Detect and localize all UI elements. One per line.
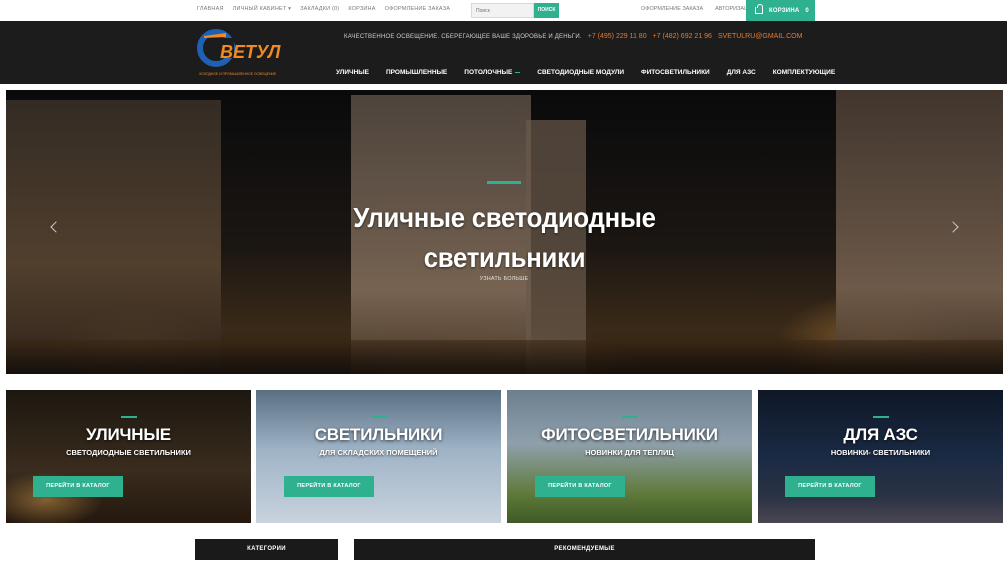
tile-accent-line	[370, 416, 387, 418]
tab-recommended[interactable]: РЕКОМЕНДУЕМЫЕ	[354, 539, 815, 560]
search-input[interactable]	[471, 3, 534, 18]
nav-item-street[interactable]: УЛИЧНЫЕ	[336, 69, 369, 76]
hero-slider: Уличные светодиодные светильники УЗНАТЬ …	[6, 90, 1003, 374]
tile-accent-line	[872, 416, 889, 418]
tile-subtitle: ДЛЯ СКЛАДСКИХ ПОМЕЩЕНИЙ	[319, 448, 438, 457]
email-link[interactable]: SVETULRU@GMAIL.COM	[718, 33, 803, 40]
tile-catalog-button[interactable]: ПЕРЕЙТИ В КАТАЛОГ	[284, 476, 374, 497]
tile-subtitle: НОВИНКИ- СВЕТИЛЬНИКИ	[830, 448, 931, 457]
tagline: КАЧЕСТВЕННОЕ ОСВЕЩЕНИЕ. СБЕРЕГАЮЩЕЕ ВАШЕ…	[344, 33, 582, 40]
logo-subtitle: ХОЛОДНОЕ И ПРОМЫШЛЕННОЕ ОСВЕЩЕНИЕ	[199, 72, 277, 76]
top-link-cart[interactable]: КОРЗИНА	[348, 6, 375, 12]
search-button[interactable]: ПОИСК	[534, 3, 559, 18]
hero-accent-line	[487, 181, 521, 184]
tile-accent-line	[120, 416, 137, 418]
tile-catalog-button[interactable]: ПЕРЕЙТИ В КАТАЛОГ	[785, 476, 875, 497]
tile-title: СВЕТИЛЬНИКИ	[314, 425, 443, 444]
nav-item-industrial[interactable]: ПРОМЫШЛЕННЫЕ	[386, 69, 447, 76]
hero-building-right	[836, 90, 1003, 374]
nav-item-phyto[interactable]: ФИТОСВЕТИЛЬНИКИ	[641, 69, 710, 76]
cart-label: КОРЗИНА	[769, 7, 800, 14]
hero-title: Уличные светодиодные светильники	[353, 202, 656, 273]
category-tile-warehouse[interactable]: СВЕТИЛЬНИКИ ДЛЯ СКЛАДСКИХ ПОМЕЩЕНИЙ ПЕРЕ…	[256, 390, 501, 523]
top-links: ГЛАВНАЯ ЛИЧНЫЙ КАБИНЕТ ▾ ЗАКЛАДКИ (0) КО…	[197, 6, 450, 12]
site-logo[interactable]: ВЕТУЛ ХОЛОДНОЕ И ПРОМЫШЛЕННОЕ ОСВЕЩЕНИЕ	[196, 24, 296, 79]
tile-subtitle: СВЕТОДИОДНЫЕ СВЕТИЛЬНИКИ	[66, 448, 191, 457]
main-nav: УЛИЧНЫЕ ПРОМЫШЛЕННЫЕ ПОТОЛОЧНЫЕ СВЕТОДИО…	[336, 69, 852, 76]
tile-catalog-button[interactable]: ПЕРЕЙТИ В КАТАЛОГ	[33, 476, 123, 497]
nav-item-ceiling-label: ПОТОЛОЧНЫЕ	[464, 69, 513, 76]
phone-tula[interactable]: +7 (482) 692 21 96	[653, 33, 712, 40]
top-link-home[interactable]: ГЛАВНАЯ	[197, 6, 224, 12]
nav-item-led-modules[interactable]: СВЕТОДИОДНЫЕ МОДУЛИ	[537, 69, 624, 76]
dropdown-indicator-icon	[515, 72, 521, 73]
cart-count: 0	[805, 7, 809, 14]
nav-item-gas-stations[interactable]: ДЛЯ АЗС	[727, 69, 756, 76]
category-tile-phyto[interactable]: ФИТОСВЕТИЛЬНИКИ НОВИНКИ ДЛЯ ТЕПЛИЦ ПЕРЕЙ…	[507, 390, 752, 523]
site-header: ВЕТУЛ ХОЛОДНОЕ И ПРОМЫШЛЕННОЕ ОСВЕЩЕНИЕ …	[0, 21, 1007, 84]
top-link-bookmarks[interactable]: ЗАКЛАДКИ (0)	[300, 6, 339, 12]
nav-item-ceiling[interactable]: ПОТОЛОЧНЫЕ	[464, 69, 521, 76]
cart-button[interactable]: КОРЗИНА 0	[746, 0, 815, 21]
category-tile-gas-station[interactable]: ДЛЯ АЗС НОВИНКИ- СВЕТИЛЬНИКИ ПЕРЕЙТИ В К…	[758, 390, 1003, 523]
tile-accent-line	[621, 416, 638, 418]
hero-learn-more-link[interactable]: УЗНАТЬ БОЛЬШЕ	[454, 276, 554, 282]
top-link-account[interactable]: ЛИЧНЫЙ КАБИНЕТ ▾	[233, 6, 291, 12]
tile-catalog-button[interactable]: ПЕРЕЙТИ В КАТАЛОГ	[535, 476, 625, 497]
category-tile-street[interactable]: УЛИЧНЫЕ СВЕТОДИОДНЫЕ СВЕТИЛЬНИКИ ПЕРЕЙТИ…	[6, 390, 251, 523]
account-link-checkout[interactable]: ОФОРМЛЕНИЕ ЗАКАЗА	[641, 6, 703, 12]
tile-title: ФИТОСВЕТИЛЬНИКИ	[541, 425, 718, 444]
account-links: ОФОРМЛЕНИЕ ЗАКАЗА АВТОРИЗАЦИЯ	[641, 6, 756, 12]
top-bar: ГЛАВНАЯ ЛИЧНЫЙ КАБИНЕТ ▾ ЗАКЛАДКИ (0) КО…	[0, 0, 1007, 21]
tab-categories[interactable]: КАТЕГОРИИ	[195, 539, 338, 560]
nav-item-components[interactable]: КОМПЛЕКТУЮЩИЕ	[773, 69, 835, 76]
tile-title: УЛИЧНЫЕ	[86, 425, 171, 444]
hero-building-left	[6, 100, 221, 374]
header-contacts: КАЧЕСТВЕННОЕ ОСВЕЩЕНИЕ. СБЕРЕГАЮЩЕЕ ВАШЕ…	[344, 33, 802, 40]
tile-title: ДЛЯ АЗС	[843, 425, 918, 444]
shopping-bag-icon	[755, 4, 763, 14]
tile-subtitle: НОВИНКИ ДЛЯ ТЕПЛИЦ	[585, 448, 674, 457]
phone-moscow[interactable]: +7 (495) 229 11 80	[588, 33, 647, 40]
top-link-checkout[interactable]: ОФОРМЛЕНИЕ ЗАКАЗА	[385, 6, 451, 12]
logo-wordmark: ВЕТУЛ	[220, 42, 281, 62]
hero-street	[6, 340, 1003, 374]
